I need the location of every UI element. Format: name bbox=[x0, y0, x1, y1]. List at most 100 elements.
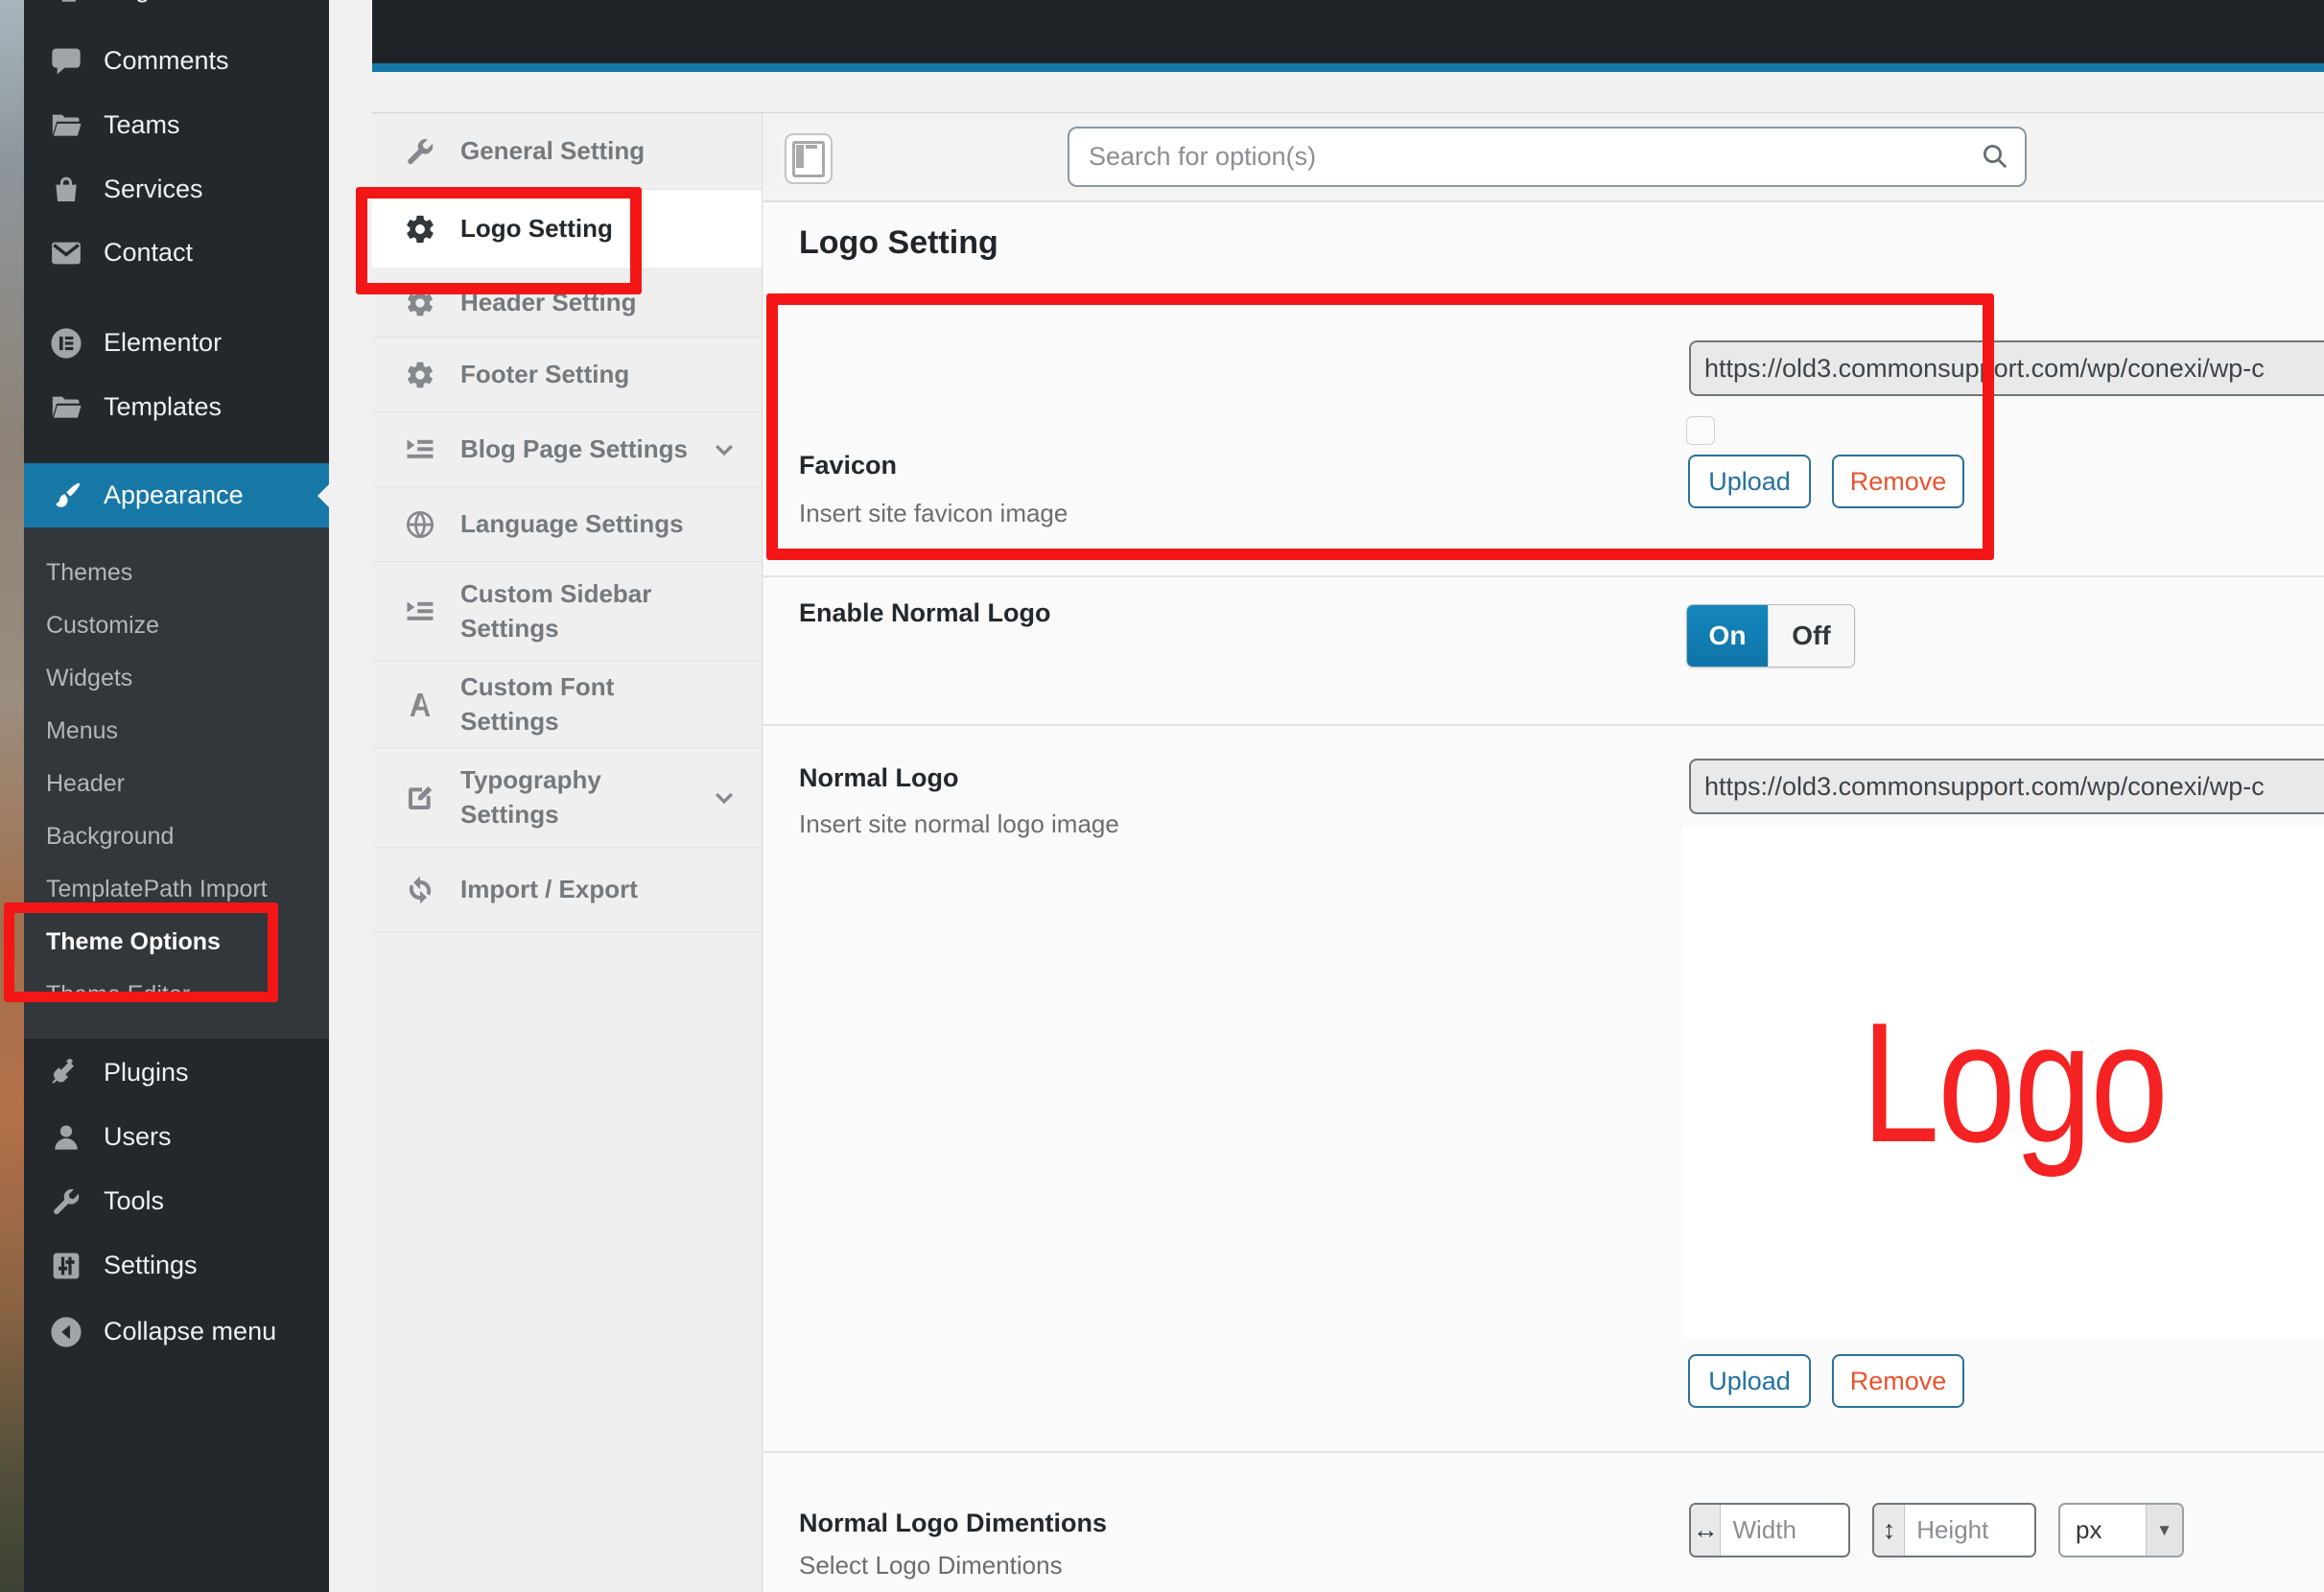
search-input[interactable] bbox=[1068, 127, 2027, 187]
edit-icon bbox=[403, 781, 437, 815]
sidebar-item-appearance[interactable]: Appearance bbox=[24, 463, 329, 527]
submenu-item-themes[interactable]: Themes bbox=[24, 547, 329, 599]
sidebar-item-plugins[interactable]: Plugins bbox=[24, 1041, 329, 1105]
submenu-item-theme-options[interactable]: Theme Options bbox=[24, 916, 329, 969]
submenu-item-theme-editor[interactable]: Theme Editor bbox=[24, 969, 329, 1021]
toggle-off-option[interactable]: Off bbox=[1768, 605, 1854, 667]
expand-options-button[interactable] bbox=[785, 133, 833, 184]
submenu-item-header[interactable]: Header bbox=[24, 758, 329, 810]
sidebar-item-label: Pages bbox=[104, 0, 177, 4]
submenu-label: Themes bbox=[46, 559, 133, 586]
section-divider bbox=[763, 724, 2324, 726]
favicon-label: Favicon bbox=[799, 451, 898, 480]
globe-icon bbox=[403, 507, 437, 542]
chevron-down-icon bbox=[712, 437, 737, 462]
bag-icon bbox=[49, 173, 83, 207]
favicon-checkbox[interactable] bbox=[1686, 416, 1715, 445]
nav-item-label: Language Settings bbox=[460, 508, 684, 538]
submenu-label: Background bbox=[46, 823, 175, 850]
nav-item-label: Import / Export bbox=[460, 874, 638, 903]
nav-item-custom-font-settings[interactable]: Custom Font Settings bbox=[372, 662, 762, 748]
sidebar-item-templates[interactable]: Templates bbox=[24, 375, 329, 439]
sidebar-item-users[interactable]: Users bbox=[24, 1105, 329, 1169]
submenu-label: Customize bbox=[46, 612, 160, 639]
wordpress-admin-screen: Pages Comments Teams Services Contact bbox=[0, 0, 2324, 1592]
plugin-icon bbox=[49, 1056, 83, 1090]
unit-select-value: px bbox=[2076, 1515, 2102, 1544]
normal-logo-label: Normal Logo bbox=[799, 763, 959, 792]
submenu-label: Widgets bbox=[46, 665, 133, 691]
unit-select[interactable]: px ▼ bbox=[2058, 1503, 2184, 1557]
remove-button-label: Remove bbox=[1849, 1366, 1947, 1395]
folder-icon bbox=[49, 108, 83, 143]
toggle-on-option[interactable]: On bbox=[1687, 605, 1768, 667]
nav-item-language-settings[interactable]: Language Settings bbox=[372, 487, 762, 562]
section-divider bbox=[763, 575, 2324, 577]
sidebar-item-comments[interactable]: Comments bbox=[24, 29, 329, 93]
favicon-url-input[interactable] bbox=[1689, 340, 2324, 396]
normal-logo-description: Insert site normal logo image bbox=[799, 809, 1119, 838]
paintbrush-icon bbox=[49, 479, 83, 513]
height-input[interactable] bbox=[1905, 1505, 2034, 1556]
normal-logo-preview: Logo bbox=[1683, 827, 2324, 1338]
upload-button-label: Upload bbox=[1708, 466, 1791, 496]
desktop-wallpaper-strip bbox=[0, 0, 24, 1592]
sidebar-collapse-menu[interactable]: Collapse menu bbox=[24, 1299, 329, 1364]
submenu-label: Header bbox=[46, 770, 125, 797]
nav-item-logo-setting[interactable]: Logo Setting bbox=[372, 190, 762, 269]
sidebar-item-teams[interactable]: Teams bbox=[24, 93, 329, 157]
gear-icon bbox=[403, 286, 437, 320]
topbar-accent-line bbox=[372, 63, 2324, 72]
chevron-down-icon bbox=[712, 785, 737, 810]
sync-icon bbox=[403, 873, 437, 907]
sidebar-item-tools[interactable]: Tools bbox=[24, 1169, 329, 1233]
submenu-item-widgets[interactable]: Widgets bbox=[24, 652, 329, 705]
normal-logo-dimensions-description: Select Logo Dimentions bbox=[799, 1551, 1063, 1580]
folder-open-icon bbox=[49, 390, 83, 425]
select-arrow-icon: ▼ bbox=[2146, 1505, 2182, 1556]
sidebar-item-label: Tools bbox=[104, 1186, 165, 1215]
submenu-item-background[interactable]: Background bbox=[24, 810, 329, 863]
nav-item-label: Blog Page Settings bbox=[460, 433, 688, 463]
submenu-label: Theme Options bbox=[46, 928, 221, 955]
normal-logo-url-input[interactable] bbox=[1689, 759, 2324, 814]
submenu-item-customize[interactable]: Customize bbox=[24, 599, 329, 652]
submenu-item-menus[interactable]: Menus bbox=[24, 705, 329, 758]
sidebar-item-label: Plugins bbox=[104, 1058, 189, 1087]
gear-icon bbox=[403, 358, 437, 392]
sidebar-item-settings[interactable]: Settings bbox=[24, 1233, 329, 1298]
nav-item-label: Typography Settings bbox=[460, 765, 601, 829]
enable-normal-logo-toggle[interactable]: On Off bbox=[1686, 604, 1855, 667]
nav-item-footer-setting[interactable]: Footer Setting bbox=[372, 338, 762, 412]
nav-item-label: Custom Sidebar Settings bbox=[460, 579, 652, 643]
nav-item-blog-page-settings[interactable]: Blog Page Settings bbox=[372, 412, 762, 487]
sidebar-item-label: Teams bbox=[104, 110, 180, 139]
width-input-group: ↔ bbox=[1689, 1503, 1850, 1557]
width-input[interactable] bbox=[1721, 1505, 1848, 1556]
submenu-item-templatepath-import[interactable]: TemplatePath Import bbox=[24, 863, 329, 916]
favicon-remove-button[interactable]: Remove bbox=[1832, 455, 1964, 508]
nav-item-general-setting[interactable]: General Setting bbox=[372, 113, 762, 190]
sidebar-item-elementor[interactable]: Elementor bbox=[24, 311, 329, 375]
sidebar-item-contact[interactable]: Contact bbox=[24, 221, 329, 285]
nav-item-header-setting[interactable]: Header Setting bbox=[372, 269, 762, 338]
normal-logo-remove-button[interactable]: Remove bbox=[1832, 1354, 1964, 1408]
sidebar-item-pages[interactable]: Pages bbox=[24, 0, 329, 21]
search-icon bbox=[1981, 142, 2009, 171]
sidebar-item-services[interactable]: Services bbox=[24, 157, 329, 222]
favicon-upload-button[interactable]: Upload bbox=[1688, 455, 1811, 508]
height-arrow-icon: ↕ bbox=[1874, 1505, 1906, 1556]
list-indent-icon bbox=[403, 595, 437, 629]
nav-item-custom-sidebar-settings[interactable]: Custom Sidebar Settings bbox=[372, 562, 762, 662]
nav-item-import-export[interactable]: Import / Export bbox=[372, 848, 762, 932]
logo-preview-image: Logo bbox=[1861, 987, 2169, 1178]
sidebar-item-label: Elementor bbox=[104, 328, 223, 357]
gear-icon bbox=[403, 212, 437, 246]
nav-item-typography-settings[interactable]: Typography Settings bbox=[372, 748, 762, 848]
pages-icon bbox=[49, 0, 83, 7]
height-input-group: ↕ bbox=[1872, 1503, 2036, 1557]
favicon-description: Insert site favicon image bbox=[799, 499, 1068, 527]
user-icon bbox=[49, 1120, 83, 1155]
submenu-label: Theme Editor bbox=[46, 981, 191, 1008]
normal-logo-upload-button[interactable]: Upload bbox=[1688, 1354, 1811, 1408]
